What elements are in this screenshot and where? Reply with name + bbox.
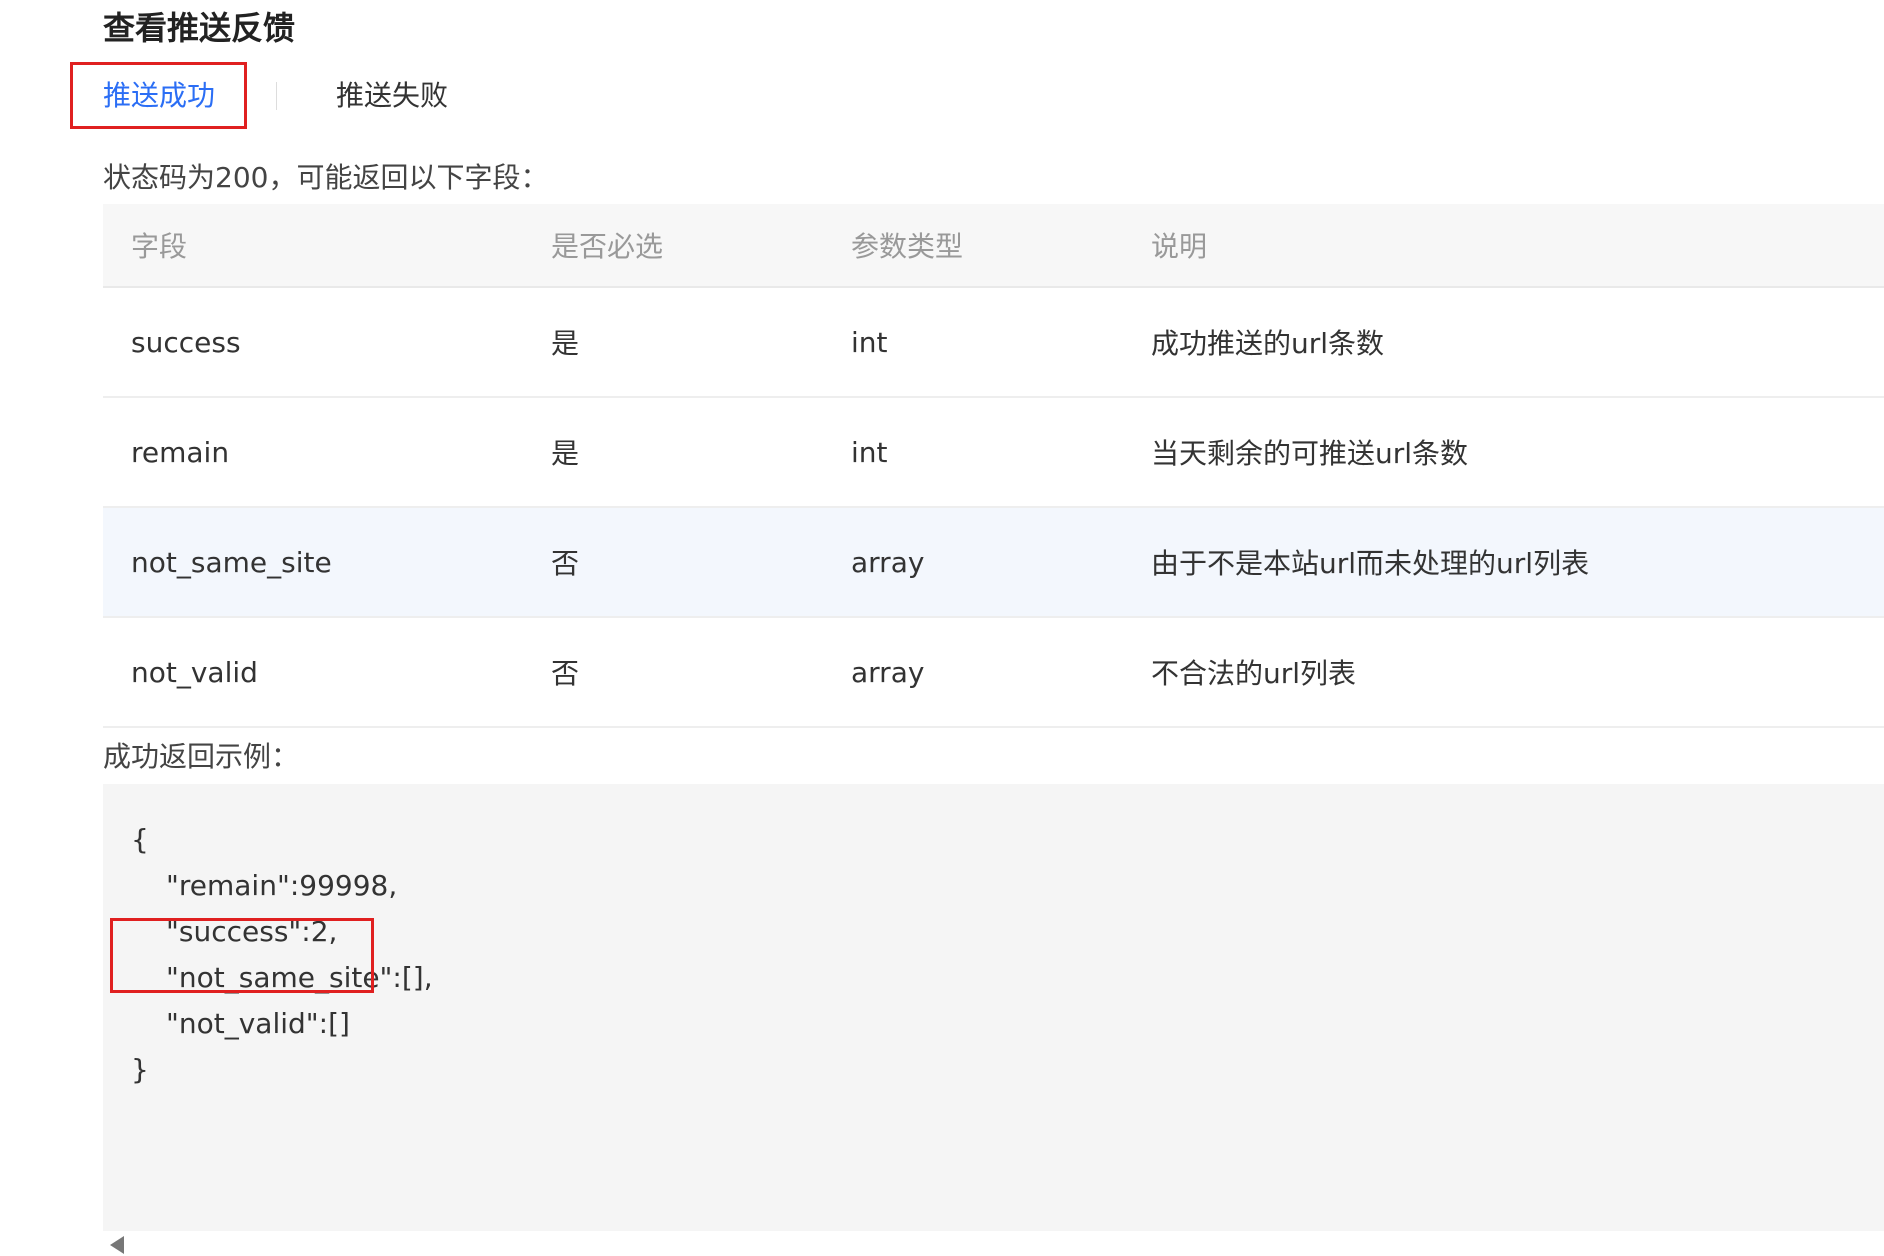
- code-line: {: [131, 823, 149, 856]
- header-cell-field: 字段: [131, 230, 188, 263]
- row-cell-field: not_valid: [131, 655, 258, 689]
- tab-divider: [276, 82, 277, 110]
- row-cell-type: array: [851, 545, 925, 579]
- row-cell-description: 成功推送的url条数: [1151, 327, 1385, 360]
- table-row: not_same_site 否 array 由于不是本站url而未处理的url列…: [103, 508, 1884, 618]
- intro-text: 状态码为200，可能返回以下字段：: [103, 161, 549, 194]
- row-cell-required: 是: [551, 327, 580, 360]
- code-line: "remain":99998,: [166, 869, 398, 902]
- header-cell-description: 说明: [1151, 230, 1208, 263]
- example-label: 成功返回示例：: [103, 740, 300, 773]
- highlight-box-code: [110, 918, 374, 993]
- row-cell-type: int: [851, 325, 888, 359]
- fields-table: 字段 是否必选 参数类型 说明 success 是 int 成功推送的url条数…: [103, 204, 1884, 728]
- row-cell-required: 是: [551, 437, 580, 470]
- tab-push-fail[interactable]: 推送失败: [336, 76, 448, 116]
- page-title: 查看推送反馈: [103, 9, 296, 47]
- table-row: remain 是 int 当天剩余的可推送url条数: [103, 398, 1884, 508]
- scroll-left-arrow-icon[interactable]: [110, 1236, 124, 1254]
- code-line: }: [131, 1053, 149, 1086]
- code-line: "not_valid":[]: [166, 1007, 350, 1040]
- row-cell-field: not_same_site: [131, 545, 332, 579]
- code-block: { "remain":99998, "success":2, "not_same…: [103, 784, 1884, 1231]
- highlight-box-tab: [70, 62, 247, 129]
- row-cell-type: array: [851, 655, 925, 689]
- header-cell-type: 参数类型: [851, 230, 964, 263]
- row-cell-required: 否: [551, 547, 580, 580]
- row-cell-type: int: [851, 435, 888, 469]
- table-row: not_valid 否 array 不合法的url列表: [103, 618, 1884, 728]
- row-cell-required: 否: [551, 657, 580, 690]
- row-cell-field: success: [131, 325, 241, 359]
- row-cell-description: 不合法的url列表: [1151, 657, 1357, 690]
- table-row: success 是 int 成功推送的url条数: [103, 288, 1884, 398]
- header-cell-required: 是否必选: [551, 230, 664, 263]
- row-cell-field: remain: [131, 435, 230, 469]
- row-cell-description: 当天剩余的可推送url条数: [1151, 437, 1469, 470]
- row-cell-description: 由于不是本站url而未处理的url列表: [1151, 547, 1590, 580]
- table-header: 字段 是否必选 参数类型 说明: [103, 204, 1884, 288]
